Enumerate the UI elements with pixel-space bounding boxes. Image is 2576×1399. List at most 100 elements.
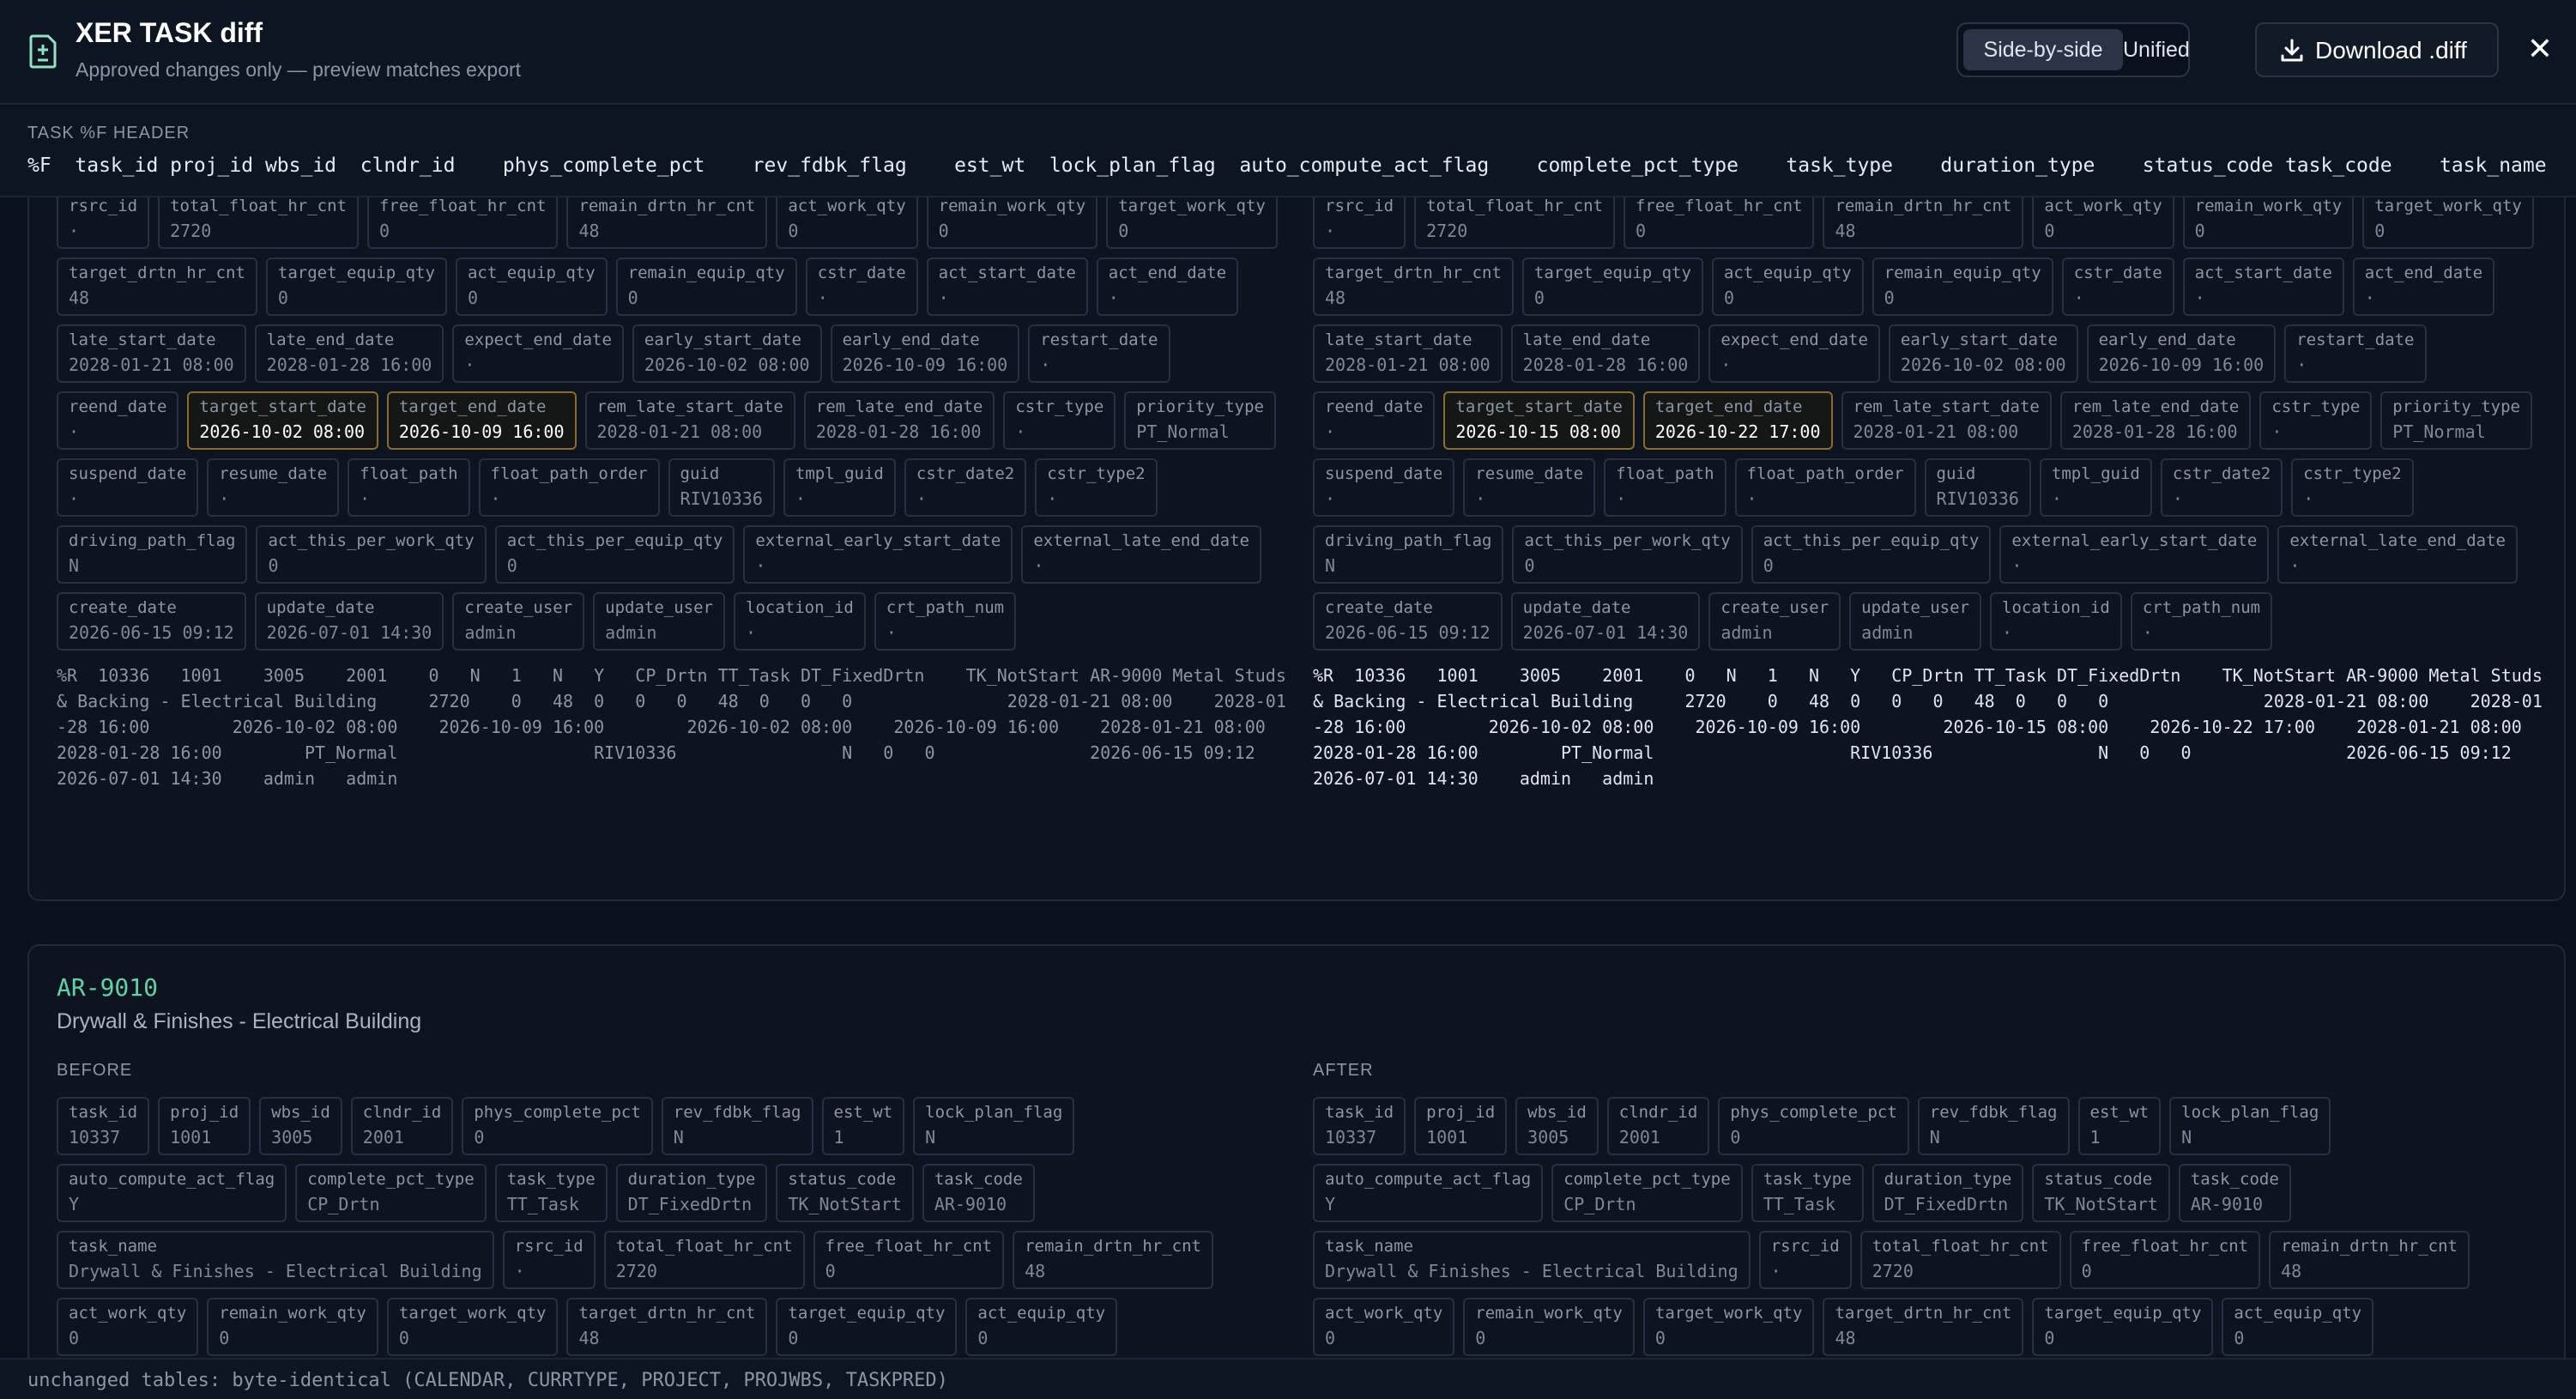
field-value: 2001 bbox=[362, 1127, 404, 1148]
field-value: · bbox=[2271, 421, 2283, 442]
field: act_this_per_work_qty 0 bbox=[1512, 525, 1743, 584]
field-value: N bbox=[1325, 555, 1336, 576]
field-key: external_early_start_date bbox=[755, 531, 1001, 550]
field-key: task_type bbox=[1763, 1170, 1852, 1189]
field-value: RIV10336 bbox=[1936, 488, 2019, 509]
field-key: rsrc_id bbox=[69, 197, 138, 215]
field-key: external_late_end_date bbox=[2289, 531, 2506, 550]
field: proj_id 1001 bbox=[1414, 1097, 1508, 1155]
field: remain_drtn_hr_cnt 48 bbox=[2269, 1231, 2470, 1289]
field-key: restart_date bbox=[1040, 330, 1158, 349]
field-key: task_code bbox=[934, 1170, 1023, 1189]
side-by-side-button[interactable]: Side-by-side bbox=[1963, 29, 2123, 70]
field-key: float_path_order bbox=[1746, 464, 1904, 483]
field-value: 0 bbox=[825, 1261, 836, 1281]
field-value: TK_NotStart bbox=[788, 1194, 902, 1214]
field-key: rev_fdbk_flag bbox=[1929, 1103, 2058, 1122]
field-key: lock_plan_flag bbox=[925, 1103, 1063, 1122]
field-key: remain_work_qty bbox=[938, 197, 1086, 215]
field: task_id 10337 bbox=[57, 1097, 150, 1155]
field-key: expect_end_date bbox=[464, 330, 612, 349]
field: suspend_date · bbox=[57, 458, 199, 517]
field-key: act_start_date bbox=[938, 263, 1076, 282]
field-key: target_equip_qty bbox=[788, 1304, 946, 1323]
field: clndr_id 2001 bbox=[350, 1097, 454, 1155]
field: rsrc_id · bbox=[1758, 1231, 1852, 1289]
field: external_late_end_date · bbox=[2277, 525, 2519, 584]
field-value: 0 bbox=[1475, 1328, 1486, 1348]
field: update_user admin bbox=[593, 592, 725, 651]
field-value: · bbox=[916, 488, 927, 509]
field-value: 2026-06-15 09:12 bbox=[69, 622, 234, 643]
field-value: · bbox=[1720, 354, 1732, 375]
field-key: expect_end_date bbox=[1720, 330, 1868, 349]
field-key: task_name bbox=[69, 1237, 157, 1256]
field-value: 0 bbox=[2234, 1328, 2245, 1348]
field-key: remain_drtn_hr_cnt bbox=[1835, 197, 2012, 215]
field: late_start_date 2028-01-21 08:00 bbox=[1313, 324, 1503, 383]
field: complete_pct_type CP_Drtn bbox=[295, 1164, 487, 1222]
download-diff-button[interactable]: Download .diff bbox=[2255, 22, 2499, 77]
field-key: free_float_hr_cnt bbox=[2081, 1237, 2249, 1256]
field-value: · bbox=[746, 622, 757, 643]
field-key: cstr_type bbox=[1015, 397, 1104, 416]
field-key: remain_equip_qty bbox=[1884, 263, 2041, 282]
field-value: · bbox=[1108, 288, 1119, 308]
field-key: tmpl_guid bbox=[2051, 464, 2140, 483]
field-value: Drywall & Finishes - Electrical Building bbox=[69, 1261, 482, 1281]
field: remain_drtn_hr_cnt 48 bbox=[1013, 1231, 1213, 1289]
field-key: rsrc_id bbox=[1770, 1237, 1840, 1256]
field-value: 0 bbox=[2194, 221, 2205, 241]
field: total_float_hr_cnt 2720 bbox=[1414, 197, 1615, 249]
field-key: cstr_date bbox=[817, 263, 906, 282]
field: wbs_id 3005 bbox=[1515, 1097, 1599, 1155]
field-value: · bbox=[1033, 555, 1044, 576]
field-value: TK_NotStart bbox=[2044, 1194, 2158, 1214]
field-key: proj_id bbox=[1426, 1103, 1496, 1122]
field-value: 2028-01-28 16:00 bbox=[1522, 354, 1689, 375]
field: auto_compute_act_flag Y bbox=[1313, 1164, 1544, 1222]
field-value: RIV10336 bbox=[680, 488, 763, 509]
field-value: admin bbox=[605, 622, 657, 643]
field-key: update_user bbox=[1861, 598, 1969, 617]
field-value: 0 bbox=[788, 1328, 799, 1348]
field: task_type TT_Task bbox=[494, 1164, 608, 1222]
field-key: early_end_date bbox=[2098, 330, 2236, 349]
field-key: cstr_type2 bbox=[1047, 464, 1146, 483]
field-value: CP_Drtn bbox=[1563, 1194, 1636, 1214]
field: update_date 2026-07-01 14:30 bbox=[254, 592, 444, 651]
field-value: 0 bbox=[788, 221, 799, 241]
field-key: act_equip_qty bbox=[1723, 263, 1852, 282]
field: task_name Drywall & Finishes - Electrical… bbox=[1313, 1231, 1751, 1289]
page-title: XER TASK diff bbox=[76, 17, 263, 48]
close-icon[interactable]: ✕ bbox=[2525, 29, 2555, 69]
field: target_drtn_hr_cnt 48 bbox=[566, 1298, 768, 1356]
field-key: target_drtn_hr_cnt bbox=[69, 263, 245, 282]
changed-field: target_end_date 2026-10-09 16:00 bbox=[386, 391, 577, 450]
field-key: cstr_date2 bbox=[2172, 464, 2271, 483]
field: act_end_date · bbox=[1096, 257, 1239, 316]
field-value: 2026-10-02 08:00 bbox=[199, 421, 366, 442]
field: priority_type PT_Normal bbox=[2380, 391, 2532, 450]
field-value: 2026-10-09 16:00 bbox=[398, 421, 565, 442]
field: update_user admin bbox=[1849, 592, 1981, 651]
field: target_drtn_hr_cnt 48 bbox=[1313, 257, 1514, 316]
field: cstr_date2 · bbox=[2160, 458, 2283, 517]
field-value: 0 bbox=[467, 288, 478, 308]
field: free_float_hr_cnt 0 bbox=[2069, 1231, 2261, 1289]
field: total_float_hr_cnt 2720 bbox=[1859, 1231, 2061, 1289]
unified-button[interactable]: Unified bbox=[2123, 29, 2190, 70]
field-value: 2026-10-22 17:00 bbox=[1654, 421, 1821, 442]
field-value: 0 bbox=[1730, 1127, 1741, 1148]
field-value: Y bbox=[1325, 1194, 1336, 1214]
field-value: · bbox=[1746, 488, 1757, 509]
task-card: AR-9010 Drywall & Finishes - Electrical … bbox=[27, 944, 2566, 1358]
field-key: cstr_type2 bbox=[2303, 464, 2402, 483]
field-value: · bbox=[2142, 622, 2153, 643]
field-key: late_end_date bbox=[266, 330, 395, 349]
diff-content[interactable]: complete_pct_type CP_Drtn task_type TT_Task… bbox=[0, 197, 2576, 1358]
field-value: 2028-01-21 08:00 bbox=[69, 354, 234, 375]
field: act_work_qty 0 bbox=[57, 1298, 199, 1356]
page-subtitle: Approved changes only — preview matches … bbox=[76, 58, 522, 81]
field-value: 48 bbox=[578, 221, 600, 241]
